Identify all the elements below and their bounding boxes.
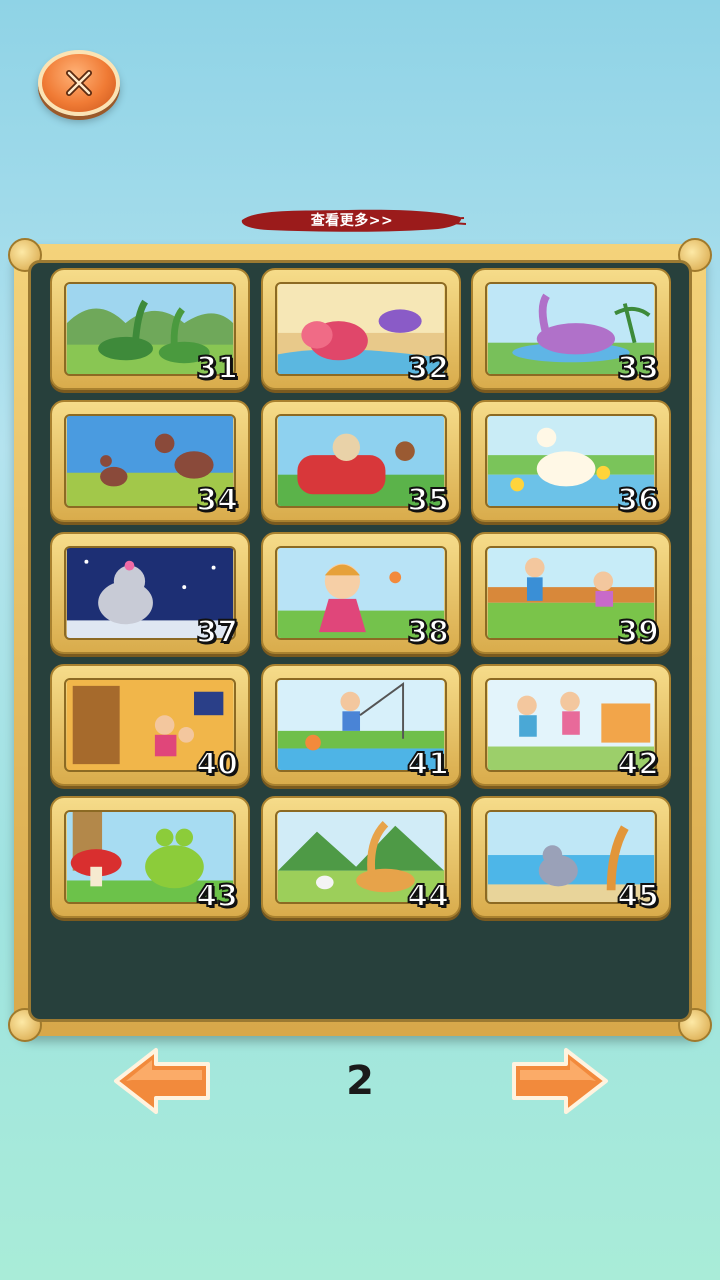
puzzle-number: 36 — [616, 482, 660, 519]
puzzle-card[interactable]: 31 — [50, 268, 250, 390]
puzzle-card[interactable]: 33 — [471, 268, 671, 390]
puzzle-card[interactable]: 43 — [50, 796, 250, 918]
current-page-number: 2 — [346, 1058, 374, 1104]
puzzle-card[interactable]: 35 — [261, 400, 461, 522]
puzzle-number: 39 — [616, 614, 660, 651]
puzzle-card[interactable]: 44 — [261, 796, 461, 918]
puzzle-number: 37 — [195, 614, 239, 651]
close-button[interactable] — [38, 50, 120, 116]
previous-page-button[interactable] — [112, 1046, 212, 1116]
puzzle-number: 40 — [195, 746, 239, 783]
puzzle-card[interactable]: 32 — [261, 268, 461, 390]
arrow-right-icon — [512, 1048, 608, 1114]
arrow-left-icon — [114, 1048, 210, 1114]
puzzle-number: 33 — [616, 350, 660, 387]
puzzle-number: 34 — [195, 482, 239, 519]
puzzle-number: 41 — [406, 746, 450, 783]
see-more-label: 查看更多>> — [310, 213, 394, 229]
puzzle-card[interactable]: 37 — [50, 532, 250, 654]
puzzle-number: 44 — [406, 878, 450, 915]
puzzle-card[interactable]: 38 — [261, 532, 461, 654]
puzzle-number: 38 — [406, 614, 450, 651]
puzzle-number: 43 — [195, 878, 239, 915]
puzzle-number: 35 — [406, 482, 450, 519]
puzzle-number: 45 — [616, 878, 660, 915]
puzzle-number: 31 — [195, 350, 239, 387]
puzzle-card[interactable]: 34 — [50, 400, 250, 522]
puzzle-card[interactable]: 42 — [471, 664, 671, 786]
puzzle-card[interactable]: 45 — [471, 796, 671, 918]
puzzle-number: 32 — [406, 350, 450, 387]
next-page-button[interactable] — [510, 1046, 610, 1116]
puzzle-number: 42 — [616, 746, 660, 783]
close-icon — [66, 70, 92, 96]
puzzle-card[interactable]: 36 — [471, 400, 671, 522]
see-more-link[interactable]: 查看更多>> — [238, 205, 466, 235]
puzzle-card[interactable]: 41 — [261, 664, 461, 786]
puzzle-card[interactable]: 39 — [471, 532, 671, 654]
puzzle-card[interactable]: 40 — [50, 664, 250, 786]
